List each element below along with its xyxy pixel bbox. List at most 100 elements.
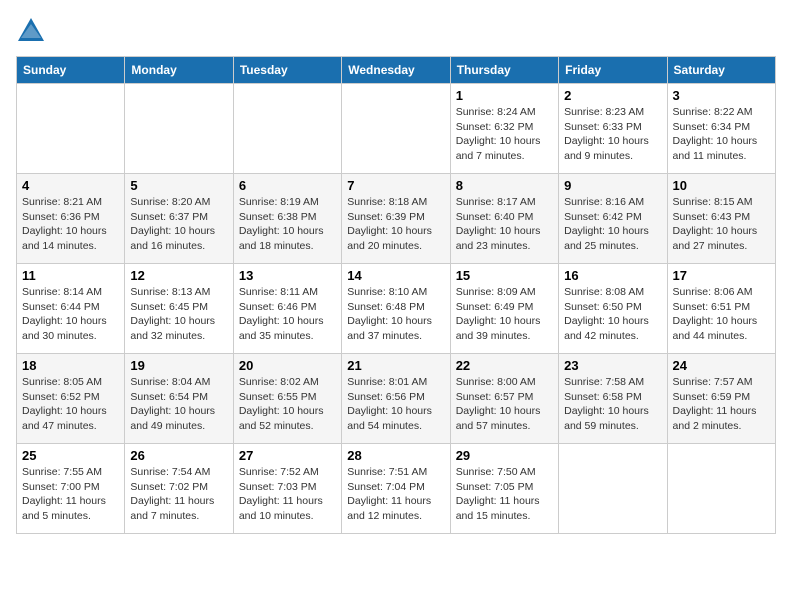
header-tuesday: Tuesday — [233, 57, 341, 84]
day-number: 2 — [564, 88, 661, 103]
day-number: 27 — [239, 448, 336, 463]
day-number: 13 — [239, 268, 336, 283]
cell-info: Sunrise: 8:19 AMSunset: 6:38 PMDaylight:… — [239, 195, 336, 254]
day-number: 22 — [456, 358, 553, 373]
cell-info: Sunrise: 8:18 AMSunset: 6:39 PMDaylight:… — [347, 195, 444, 254]
cell-info: Sunrise: 8:14 AMSunset: 6:44 PMDaylight:… — [22, 285, 119, 344]
cell-info: Sunrise: 7:55 AMSunset: 7:00 PMDaylight:… — [22, 465, 119, 524]
calendar-cell: 14 Sunrise: 8:10 AMSunset: 6:48 PMDayligh… — [342, 264, 450, 354]
day-number: 12 — [130, 268, 227, 283]
logo — [16, 16, 50, 46]
calendar-cell: 23 Sunrise: 7:58 AMSunset: 6:58 PMDayligh… — [559, 354, 667, 444]
day-number: 8 — [456, 178, 553, 193]
cell-info: Sunrise: 7:54 AMSunset: 7:02 PMDaylight:… — [130, 465, 227, 524]
day-number: 20 — [239, 358, 336, 373]
calendar-cell: 9 Sunrise: 8:16 AMSunset: 6:42 PMDaylight… — [559, 174, 667, 264]
calendar-cell — [667, 444, 775, 534]
day-number: 25 — [22, 448, 119, 463]
cell-info: Sunrise: 8:05 AMSunset: 6:52 PMDaylight:… — [22, 375, 119, 434]
calendar-cell: 15 Sunrise: 8:09 AMSunset: 6:49 PMDayligh… — [450, 264, 558, 354]
cell-info: Sunrise: 8:01 AMSunset: 6:56 PMDaylight:… — [347, 375, 444, 434]
cell-info: Sunrise: 8:04 AMSunset: 6:54 PMDaylight:… — [130, 375, 227, 434]
header-monday: Monday — [125, 57, 233, 84]
day-number: 11 — [22, 268, 119, 283]
calendar-cell: 20 Sunrise: 8:02 AMSunset: 6:55 PMDayligh… — [233, 354, 341, 444]
calendar-cell: 22 Sunrise: 8:00 AMSunset: 6:57 PMDayligh… — [450, 354, 558, 444]
cell-info: Sunrise: 8:06 AMSunset: 6:51 PMDaylight:… — [673, 285, 770, 344]
calendar-cell: 28Sunrise: 7:51 AMSunset: 7:04 PMDayligh… — [342, 444, 450, 534]
calendar-cell: 21 Sunrise: 8:01 AMSunset: 6:56 PMDayligh… — [342, 354, 450, 444]
calendar-cell: 10 Sunrise: 8:15 AMSunset: 6:43 PMDayligh… — [667, 174, 775, 264]
calendar-cell — [125, 84, 233, 174]
calendar-week-5: 25 Sunrise: 7:55 AMSunset: 7:00 PMDayligh… — [17, 444, 776, 534]
calendar-cell: 12 Sunrise: 8:13 AMSunset: 6:45 PMDayligh… — [125, 264, 233, 354]
cell-info: Sunrise: 8:08 AMSunset: 6:50 PMDaylight:… — [564, 285, 661, 344]
cell-info: Sunrise: 8:10 AMSunset: 6:48 PMDaylight:… — [347, 285, 444, 344]
calendar-cell: 26 Sunrise: 7:54 AMSunset: 7:02 PMDayligh… — [125, 444, 233, 534]
calendar-cell: 2 Sunrise: 8:23 AMSunset: 6:33 PMDaylight… — [559, 84, 667, 174]
calendar-cell: 18 Sunrise: 8:05 AMSunset: 6:52 PMDayligh… — [17, 354, 125, 444]
cell-info: Sunrise: 7:50 AMSunset: 7:05 PMDaylight:… — [456, 465, 553, 524]
page-header — [16, 16, 776, 46]
day-number: 1 — [456, 88, 553, 103]
calendar-week-3: 11 Sunrise: 8:14 AMSunset: 6:44 PMDayligh… — [17, 264, 776, 354]
cell-info: Sunrise: 8:21 AMSunset: 6:36 PMDaylight:… — [22, 195, 119, 254]
header-wednesday: Wednesday — [342, 57, 450, 84]
calendar-cell — [233, 84, 341, 174]
day-number: 29 — [456, 448, 553, 463]
calendar-cell: 3 Sunrise: 8:22 AMSunset: 6:34 PMDaylight… — [667, 84, 775, 174]
calendar-cell: 24 Sunrise: 7:57 AMSunset: 6:59 PMDayligh… — [667, 354, 775, 444]
header-sunday: Sunday — [17, 57, 125, 84]
calendar-cell: 19 Sunrise: 8:04 AMSunset: 6:54 PMDayligh… — [125, 354, 233, 444]
cell-info: Sunrise: 8:13 AMSunset: 6:45 PMDaylight:… — [130, 285, 227, 344]
day-number: 15 — [456, 268, 553, 283]
calendar-cell: 4 Sunrise: 8:21 AMSunset: 6:36 PMDaylight… — [17, 174, 125, 264]
calendar-cell: 29 Sunrise: 7:50 AMSunset: 7:05 PMDayligh… — [450, 444, 558, 534]
day-number: 18 — [22, 358, 119, 373]
cell-info: Sunrise: 8:23 AMSunset: 6:33 PMDaylight:… — [564, 105, 661, 164]
calendar-cell — [17, 84, 125, 174]
day-number: 3 — [673, 88, 770, 103]
calendar-table: SundayMondayTuesdayWednesdayThursdayFrid… — [16, 56, 776, 534]
cell-info: Sunrise: 8:22 AMSunset: 6:34 PMDaylight:… — [673, 105, 770, 164]
cell-info: Sunrise: 7:58 AMSunset: 6:58 PMDaylight:… — [564, 375, 661, 434]
day-number: 24 — [673, 358, 770, 373]
day-number: 6 — [239, 178, 336, 193]
cell-info: Sunrise: 8:24 AMSunset: 6:32 PMDaylight:… — [456, 105, 553, 164]
calendar-week-2: 4 Sunrise: 8:21 AMSunset: 6:36 PMDaylight… — [17, 174, 776, 264]
day-number: 7 — [347, 178, 444, 193]
cell-info: Sunrise: 7:51 AMSunset: 7:04 PMDaylight:… — [347, 465, 444, 524]
calendar-week-1: 1 Sunrise: 8:24 AMSunset: 6:32 PMDaylight… — [17, 84, 776, 174]
day-number: 9 — [564, 178, 661, 193]
day-number: 14 — [347, 268, 444, 283]
cell-info: Sunrise: 8:20 AMSunset: 6:37 PMDaylight:… — [130, 195, 227, 254]
calendar-cell: 5Sunrise: 8:20 AMSunset: 6:37 PMDaylight… — [125, 174, 233, 264]
calendar-cell: 13 Sunrise: 8:11 AMSunset: 6:46 PMDayligh… — [233, 264, 341, 354]
calendar-cell: 6 Sunrise: 8:19 AMSunset: 6:38 PMDaylight… — [233, 174, 341, 264]
calendar-cell: 11 Sunrise: 8:14 AMSunset: 6:44 PMDayligh… — [17, 264, 125, 354]
cell-info: Sunrise: 8:11 AMSunset: 6:46 PMDaylight:… — [239, 285, 336, 344]
cell-info: Sunrise: 8:09 AMSunset: 6:49 PMDaylight:… — [456, 285, 553, 344]
cell-info: Sunrise: 8:00 AMSunset: 6:57 PMDaylight:… — [456, 375, 553, 434]
logo-icon — [16, 16, 46, 46]
calendar-cell: 17Sunrise: 8:06 AMSunset: 6:51 PMDayligh… — [667, 264, 775, 354]
header-thursday: Thursday — [450, 57, 558, 84]
day-number: 26 — [130, 448, 227, 463]
cell-info: Sunrise: 8:17 AMSunset: 6:40 PMDaylight:… — [456, 195, 553, 254]
cell-info: Sunrise: 8:15 AMSunset: 6:43 PMDaylight:… — [673, 195, 770, 254]
calendar-cell — [559, 444, 667, 534]
calendar-cell: 27 Sunrise: 7:52 AMSunset: 7:03 PMDayligh… — [233, 444, 341, 534]
cell-info: Sunrise: 8:16 AMSunset: 6:42 PMDaylight:… — [564, 195, 661, 254]
cell-info: Sunrise: 8:02 AMSunset: 6:55 PMDaylight:… — [239, 375, 336, 434]
day-number: 21 — [347, 358, 444, 373]
day-number: 4 — [22, 178, 119, 193]
cell-info: Sunrise: 7:57 AMSunset: 6:59 PMDaylight:… — [673, 375, 770, 434]
day-number: 19 — [130, 358, 227, 373]
calendar-cell — [342, 84, 450, 174]
calendar-cell: 25 Sunrise: 7:55 AMSunset: 7:00 PMDayligh… — [17, 444, 125, 534]
calendar-header-row: SundayMondayTuesdayWednesdayThursdayFrid… — [17, 57, 776, 84]
day-number: 10 — [673, 178, 770, 193]
calendar-cell: 1 Sunrise: 8:24 AMSunset: 6:32 PMDaylight… — [450, 84, 558, 174]
day-number: 23 — [564, 358, 661, 373]
cell-info: Sunrise: 7:52 AMSunset: 7:03 PMDaylight:… — [239, 465, 336, 524]
